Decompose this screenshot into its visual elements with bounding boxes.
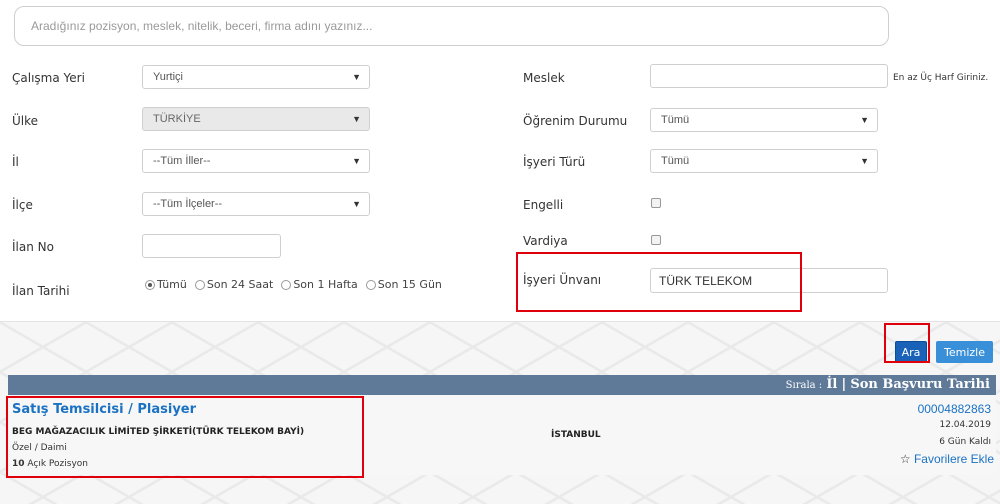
radio-son-15-gun[interactable]: Son 15 Gün <box>365 278 442 291</box>
ulke-label: Ülke <box>12 114 39 128</box>
ogrenim-durumu-select[interactable]: Tümü ▼ <box>650 108 878 132</box>
vardiya-label: Vardiya <box>523 234 568 248</box>
ilce-label: İlçe <box>12 198 33 212</box>
chevron-down-icon: ▼ <box>860 156 869 166</box>
ilan-tarihi-radio-group: Tümü Son 24 Saat Son 1 Hafta Son 15 Gün <box>145 278 442 291</box>
star-icon: ☆ <box>899 452 911 466</box>
ilce-select[interactable]: --Tüm İlçeler-- ▼ <box>142 192 370 216</box>
favorite-label: Favorilere Ekle <box>913 452 994 466</box>
results-sort-bar: Sırala : İl | Son Başvuru Tarihi <box>8 375 996 395</box>
chevron-down-icon: ▼ <box>352 199 361 209</box>
il-value: --Tüm İller-- <box>153 155 211 167</box>
meslek-label: Meslek <box>523 71 565 85</box>
sort-il-link[interactable]: İl <box>826 377 837 392</box>
search-input[interactable] <box>14 6 889 46</box>
radio-son-1-hafta[interactable]: Son 1 Hafta <box>281 278 358 291</box>
isyeri-turu-label: İşyeri Türü <box>523 155 586 169</box>
ilan-date: 12.04.2019 <box>939 420 991 430</box>
il-select[interactable]: --Tüm İller-- ▼ <box>142 149 370 173</box>
il-label: İl <box>12 155 19 169</box>
calisma-yeri-value: Yurtiçi <box>153 71 183 83</box>
ilan-tarihi-label: İlan Tarihi <box>12 284 70 298</box>
meslek-input[interactable] <box>650 64 888 88</box>
radio-son-24-saat[interactable]: Son 24 Saat <box>194 278 273 291</box>
sort-date-link[interactable]: Son Başvuru Tarihi <box>850 377 990 392</box>
ilce-value: --Tüm İlçeler-- <box>153 198 223 210</box>
sort-label: Sırala : <box>785 380 823 391</box>
isyeri-turu-value: Tümü <box>661 155 690 167</box>
job-city: İSTANBUL <box>551 430 601 440</box>
chevron-down-icon: ▼ <box>352 72 361 82</box>
ogrenim-durumu-value: Tümü <box>661 114 690 126</box>
meslek-hint: En az Üç Harf Giriniz. <box>893 73 989 83</box>
engelli-label: Engelli <box>523 198 564 212</box>
highlight-result <box>6 396 364 478</box>
search-form-panel: Çalışma Yeri Yurtiçi ▼ Ülke TÜRKİYE ▼ İl… <box>0 0 1000 322</box>
ilan-no-link[interactable]: 00004882863 <box>918 402 991 416</box>
highlight-isyeri-unvani <box>516 252 802 312</box>
radio-tumu[interactable]: Tümü <box>145 278 187 291</box>
ulke-value: TÜRKİYE <box>153 113 201 125</box>
chevron-down-icon: ▼ <box>352 114 361 124</box>
chevron-down-icon: ▼ <box>860 115 869 125</box>
days-remaining: 6 Gün Kaldı <box>939 437 991 447</box>
temizle-button[interactable]: Temizle <box>936 341 993 363</box>
radio-unchecked-icon <box>194 279 205 290</box>
highlight-ara-button <box>884 323 930 363</box>
ilan-no-label: İlan No <box>12 240 54 254</box>
calisma-yeri-select[interactable]: Yurtiçi ▼ <box>142 65 370 89</box>
ulke-select: TÜRKİYE ▼ <box>142 107 370 131</box>
chevron-down-icon: ▼ <box>352 156 361 166</box>
radio-unchecked-icon <box>365 279 376 290</box>
ilan-no-input[interactable] <box>142 234 281 258</box>
ogrenim-durumu-label: Öğrenim Durumu <box>523 114 628 128</box>
engelli-checkbox[interactable] <box>651 198 661 208</box>
radio-unchecked-icon <box>281 279 292 290</box>
vardiya-checkbox[interactable] <box>651 235 661 245</box>
isyeri-turu-select[interactable]: Tümü ▼ <box>650 149 878 173</box>
calisma-yeri-label: Çalışma Yeri <box>12 71 85 85</box>
radio-checked-icon <box>145 279 155 290</box>
add-favorite-link[interactable]: ☆ Favorilere Ekle <box>900 452 994 466</box>
sort-separator: | <box>841 377 847 392</box>
